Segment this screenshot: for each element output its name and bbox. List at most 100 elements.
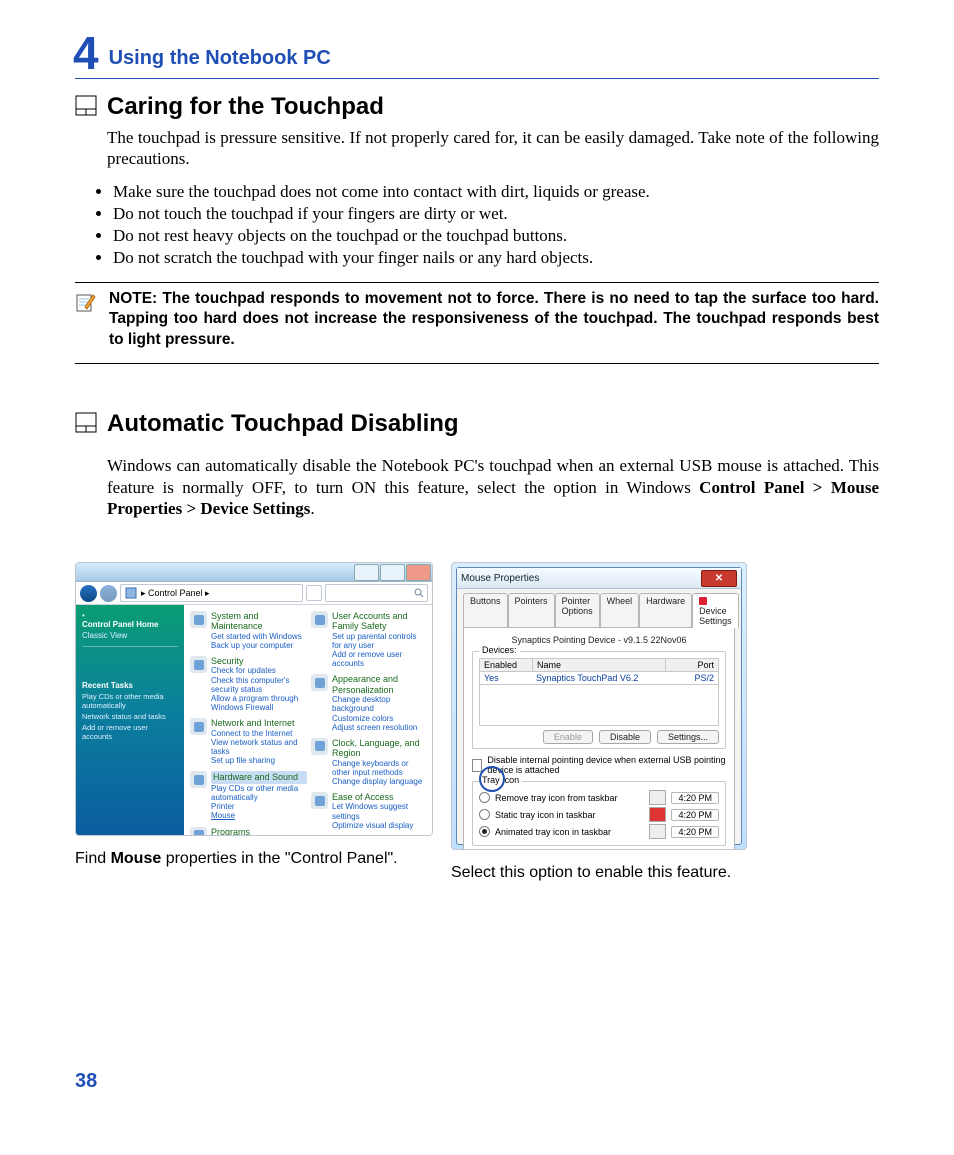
- refresh-icon[interactable]: [306, 585, 322, 601]
- cp-category[interactable]: SecurityCheck for updatesCheck this comp…: [190, 656, 307, 712]
- sidebar-item-classic[interactable]: Classic View: [82, 631, 178, 640]
- category-title: Security: [211, 656, 307, 666]
- tab-pane: Synaptics Pointing Device - v9.1.5 22Nov…: [463, 627, 735, 850]
- list-item: Do not touch the touchpad if your finger…: [113, 204, 879, 224]
- page-number: 38: [75, 1070, 97, 1093]
- driver-subtitle: Synaptics Pointing Device - v9.1.5 22Nov…: [472, 635, 726, 645]
- option-disable-internal[interactable]: Disable internal pointing device when ex…: [472, 755, 726, 775]
- category-title: Ease of Access: [332, 792, 428, 802]
- category-sublink[interactable]: Change keyboards or other input methods: [332, 759, 428, 777]
- category-sublink[interactable]: Back up your computer: [211, 641, 307, 650]
- option-label: Animated tray icon in taskbar: [495, 827, 644, 837]
- tab-pointer-options[interactable]: Pointer Options: [555, 593, 600, 628]
- enable-button[interactable]: Enable: [543, 730, 593, 744]
- option-label: Disable internal pointing device when ex…: [487, 755, 726, 775]
- category-sublink[interactable]: Connect to the Internet: [211, 729, 307, 738]
- sidebar-recent-link[interactable]: Play CDs or other media automatically: [82, 692, 178, 710]
- text: properties in the "Control Panel".: [161, 850, 397, 867]
- category-title: Hardware and Sound: [211, 771, 307, 783]
- tray-icon-group: Tray Icon Remove tray icon from taskbar …: [472, 781, 726, 846]
- category-title: Appearance and Personalization: [332, 674, 428, 695]
- category-sublink[interactable]: Adjust screen resolution: [332, 723, 428, 732]
- close-button[interactable]: [406, 564, 431, 581]
- category-sublink[interactable]: Check for updates: [211, 666, 307, 675]
- tray-preview-icon: [649, 807, 666, 822]
- category-sublink[interactable]: Let Windows suggest settings: [332, 802, 428, 820]
- table-header: Enabled Name Port: [479, 658, 719, 672]
- note-text: NOTE: The touchpad responds to movement …: [109, 289, 879, 352]
- section1-intro: The touchpad is pressure sensitive. If n…: [107, 127, 879, 170]
- cp-category[interactable]: ProgramsUninstall a programChange startu…: [190, 827, 307, 836]
- cp-category[interactable]: User Accounts and Family SafetySet up pa…: [311, 611, 428, 668]
- list-item: Do not rest heavy objects on the touchpa…: [113, 226, 879, 246]
- tray-option-remove[interactable]: Remove tray icon from taskbar 4:20 PM: [479, 790, 719, 805]
- table-row[interactable]: Yes Synaptics TouchPad V6.2 PS/2: [479, 672, 719, 685]
- tab-pointers[interactable]: Pointers: [508, 593, 555, 628]
- category-icon: [190, 656, 207, 673]
- category-sublink[interactable]: Allow a program through Windows Firewall: [211, 694, 307, 712]
- category-sublink[interactable]: Add or remove user accounts: [332, 650, 428, 668]
- category-sublink[interactable]: Mouse: [211, 811, 307, 820]
- radio[interactable]: [479, 792, 490, 803]
- tab-device-settings[interactable]: Device Settings: [692, 593, 739, 628]
- category-sublink[interactable]: Get started with Windows: [211, 632, 307, 641]
- category-sublink[interactable]: View network status and tasks: [211, 738, 307, 756]
- radio[interactable]: [479, 809, 490, 820]
- tab-hardware[interactable]: Hardware: [639, 593, 692, 628]
- category-sublink[interactable]: Customize colors: [332, 714, 428, 723]
- group-legend: Devices:: [479, 645, 520, 655]
- minimize-button[interactable]: [354, 564, 379, 581]
- maximize-button[interactable]: [380, 564, 405, 581]
- category-icon: [311, 674, 328, 691]
- tray-option-static[interactable]: Static tray icon in taskbar 4:20 PM: [479, 807, 719, 822]
- close-button[interactable]: ✕: [701, 570, 737, 587]
- category-sublink[interactable]: Printer: [211, 802, 307, 811]
- category-icon: [190, 718, 207, 735]
- window-titlebar: [76, 563, 432, 582]
- time-label: 4:20 PM: [671, 809, 719, 821]
- tray-preview-icon: [649, 790, 666, 805]
- cp-category[interactable]: Ease of AccessLet Windows suggest settin…: [311, 792, 428, 830]
- sidebar-recent-link[interactable]: Network status and tasks: [82, 712, 178, 721]
- tab-wheel[interactable]: Wheel: [600, 593, 640, 628]
- category-sublink[interactable]: Play CDs or other media automatically: [211, 784, 307, 802]
- cp-category[interactable]: Appearance and PersonalizationChange des…: [311, 674, 428, 731]
- category-sublink[interactable]: Optimize visual display: [332, 821, 428, 830]
- category-icon: [190, 611, 207, 628]
- sidebar-bullet: •: [82, 611, 178, 620]
- category-sublink[interactable]: Set up file sharing: [211, 756, 307, 765]
- cp-category[interactable]: System and MaintenanceGet started with W…: [190, 611, 307, 650]
- tray-option-animated[interactable]: Animated tray icon in taskbar 4:20 PM: [479, 824, 719, 839]
- control-panel-icon: [125, 587, 137, 599]
- category-sublink[interactable]: Change display language: [332, 777, 428, 786]
- cp-category[interactable]: Hardware and SoundPlay CDs or other medi…: [190, 771, 307, 820]
- category-sublink[interactable]: Change desktop background: [332, 695, 428, 713]
- category-title: Network and Internet: [211, 718, 307, 728]
- breadcrumb-text: ▸ Control Panel ▸: [141, 588, 210, 599]
- radio[interactable]: [479, 826, 490, 837]
- category-sublink[interactable]: Check this computer's security status: [211, 676, 307, 694]
- cp-category[interactable]: Network and InternetConnect to the Inter…: [190, 718, 307, 765]
- tray-preview-icon: [649, 824, 666, 839]
- checkbox[interactable]: [472, 759, 482, 772]
- figure-mouse-properties: Mouse Properties ✕ Buttons Pointers Poin…: [456, 567, 742, 845]
- tab-buttons[interactable]: Buttons: [463, 593, 508, 628]
- category-icon: [311, 792, 328, 809]
- category-title: System and Maintenance: [211, 611, 307, 632]
- category-title: Clock, Language, and Region: [332, 738, 428, 759]
- category-sublink[interactable]: Set up parental controls for any user: [332, 632, 428, 650]
- cp-category[interactable]: Clock, Language, and RegionChange keyboa…: [311, 738, 428, 786]
- separator: [82, 646, 178, 647]
- sidebar-item-home[interactable]: Control Panel Home: [82, 620, 178, 629]
- sidebar-recent-link[interactable]: Add or remove user accounts: [82, 723, 178, 741]
- synaptics-icon: [699, 597, 707, 605]
- list-item: Make sure the touchpad does not come int…: [113, 182, 879, 202]
- category-icon: [190, 827, 207, 836]
- settings-button[interactable]: Settings...: [657, 730, 719, 744]
- breadcrumb[interactable]: ▸ Control Panel ▸: [120, 584, 303, 602]
- disable-button[interactable]: Disable: [599, 730, 651, 744]
- control-panel-main: System and MaintenanceGet started with W…: [184, 605, 432, 836]
- search-input[interactable]: [325, 584, 428, 602]
- nav-forward-icon[interactable]: [100, 585, 117, 602]
- nav-back-icon[interactable]: [80, 585, 97, 602]
